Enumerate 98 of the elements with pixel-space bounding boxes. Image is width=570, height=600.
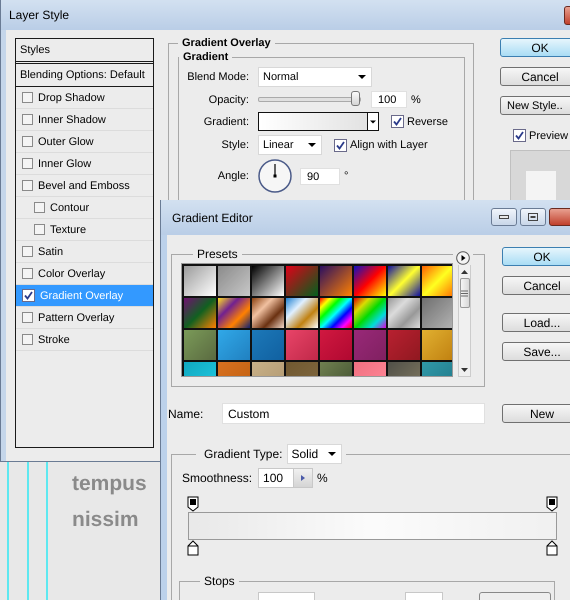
dialog-button[interactable]: OK xyxy=(500,38,570,57)
check-icon xyxy=(393,117,402,126)
list-item[interactable]: Stroke xyxy=(16,329,153,351)
minimize-button[interactable] xyxy=(491,208,517,226)
canvas-text: nissim xyxy=(72,507,140,533)
field-label: Style: xyxy=(220,139,249,151)
dropdown[interactable]: Normal xyxy=(258,67,372,87)
dialog-button[interactable]: OK xyxy=(502,247,570,266)
list-item[interactable]: Satin xyxy=(16,241,153,263)
input-field[interactable]: 100 xyxy=(371,91,407,108)
grip-icon xyxy=(461,290,468,296)
list-item[interactable]: Inner Shadow xyxy=(16,109,153,131)
window-title: Layer Style xyxy=(9,8,70,22)
checkbox[interactable] xyxy=(22,268,33,279)
field-label: Name: xyxy=(168,406,204,420)
color-stop[interactable] xyxy=(187,540,199,556)
dialog-button[interactable]: New Style.. xyxy=(500,96,570,115)
opacity-stop[interactable] xyxy=(187,496,199,512)
checkbox[interactable] xyxy=(22,334,33,345)
play-icon xyxy=(456,251,470,265)
checkbox[interactable] xyxy=(22,136,33,147)
checkbox-label: Preview xyxy=(529,130,568,142)
checkbox[interactable] xyxy=(334,138,347,152)
group-title: Gradient Overlay xyxy=(181,38,272,49)
opacity-stop[interactable] xyxy=(546,496,558,512)
maximize-button[interactable] xyxy=(520,208,546,226)
checkbox[interactable] xyxy=(22,289,35,302)
gradient-picker[interactable] xyxy=(258,112,379,131)
list-item[interactable]: Texture xyxy=(16,219,153,241)
checkbox-label: Reverse xyxy=(407,116,448,128)
list-item[interactable]: Blending Options: Default xyxy=(16,64,153,87)
check-icon xyxy=(515,131,524,140)
dialog-button[interactable]: Load... xyxy=(502,313,570,332)
checkbox[interactable] xyxy=(513,129,526,142)
close-button[interactable] xyxy=(549,208,570,226)
dialog-button[interactable]: Save... xyxy=(502,342,570,361)
gradient-preset[interactable] xyxy=(320,298,352,328)
canvas-text: tempus xyxy=(72,471,148,497)
group-title: Gradient xyxy=(182,51,230,63)
group-title: Presets xyxy=(197,247,238,261)
input-field[interactable]: 100 xyxy=(258,468,314,488)
checkbox[interactable] xyxy=(22,180,33,191)
checkbox[interactable] xyxy=(22,312,33,323)
unit-label: ° xyxy=(344,170,348,182)
checkbox[interactable] xyxy=(34,202,45,213)
list-item[interactable]: Pattern Overlay xyxy=(16,307,153,329)
check-icon xyxy=(336,140,345,150)
name-field[interactable]: Custom xyxy=(222,403,485,424)
dialog-button[interactable]: Cancel xyxy=(502,276,570,295)
unit-label: % xyxy=(411,94,421,106)
color-stop[interactable] xyxy=(546,540,558,556)
maximize-icon xyxy=(528,213,538,221)
check-icon xyxy=(24,291,33,300)
window-title: Gradient Editor xyxy=(172,210,253,224)
down-arrow-icon xyxy=(461,368,468,372)
new-button[interactable]: New xyxy=(502,404,570,423)
gradient-preset[interactable] xyxy=(252,266,284,296)
scroll-thumb[interactable] xyxy=(460,278,470,308)
field-label: Smoothness: xyxy=(182,471,252,485)
list-item[interactable]: Drop Shadow xyxy=(16,87,153,109)
input-field[interactable]: 90 xyxy=(300,168,340,184)
field-label: Gradient: xyxy=(202,116,249,128)
checkbox[interactable] xyxy=(22,246,33,257)
list-item[interactable]: Bevel and Emboss xyxy=(16,175,153,197)
caret-icon xyxy=(328,452,336,456)
right-arrow-icon xyxy=(301,475,306,481)
gradient-preset[interactable] xyxy=(354,266,386,296)
list-item[interactable]: Contour xyxy=(16,197,153,219)
checkbox-label: Align with Layer xyxy=(350,139,428,151)
list-header[interactable]: Styles xyxy=(16,39,153,64)
group-title: Stops xyxy=(203,574,236,588)
field-label: Gradient Type: xyxy=(204,447,282,461)
checkbox[interactable] xyxy=(22,114,33,125)
caret-icon xyxy=(358,75,366,79)
dialog-button[interactable]: Cancel xyxy=(500,67,570,86)
field-label: Angle: xyxy=(216,170,249,182)
field-label: Opacity: xyxy=(208,94,249,106)
slider-thumb[interactable] xyxy=(351,91,360,106)
field-label: Blend Mode: xyxy=(186,71,249,83)
caret-icon xyxy=(370,120,376,124)
scrollbar[interactable] xyxy=(458,263,471,377)
list-item[interactable]: Inner Glow xyxy=(16,153,153,175)
checkbox[interactable] xyxy=(34,224,45,235)
up-arrow-icon xyxy=(461,270,468,274)
minimize-icon xyxy=(499,215,509,219)
dropdown[interactable]: Solid xyxy=(286,444,342,464)
gradient-preset[interactable] xyxy=(252,298,284,328)
angle-dial xyxy=(258,159,292,193)
caret-icon xyxy=(308,143,316,147)
menu-button[interactable] xyxy=(453,251,473,265)
unit-label: % xyxy=(317,471,328,485)
preview-square xyxy=(526,171,556,201)
checkbox[interactable] xyxy=(22,158,33,169)
list-item[interactable]: Outer Glow xyxy=(16,131,153,153)
dropdown[interactable]: Linear xyxy=(258,135,322,155)
checkbox[interactable] xyxy=(391,115,404,128)
gradient-preset[interactable] xyxy=(388,266,420,296)
checkbox[interactable] xyxy=(22,92,33,103)
